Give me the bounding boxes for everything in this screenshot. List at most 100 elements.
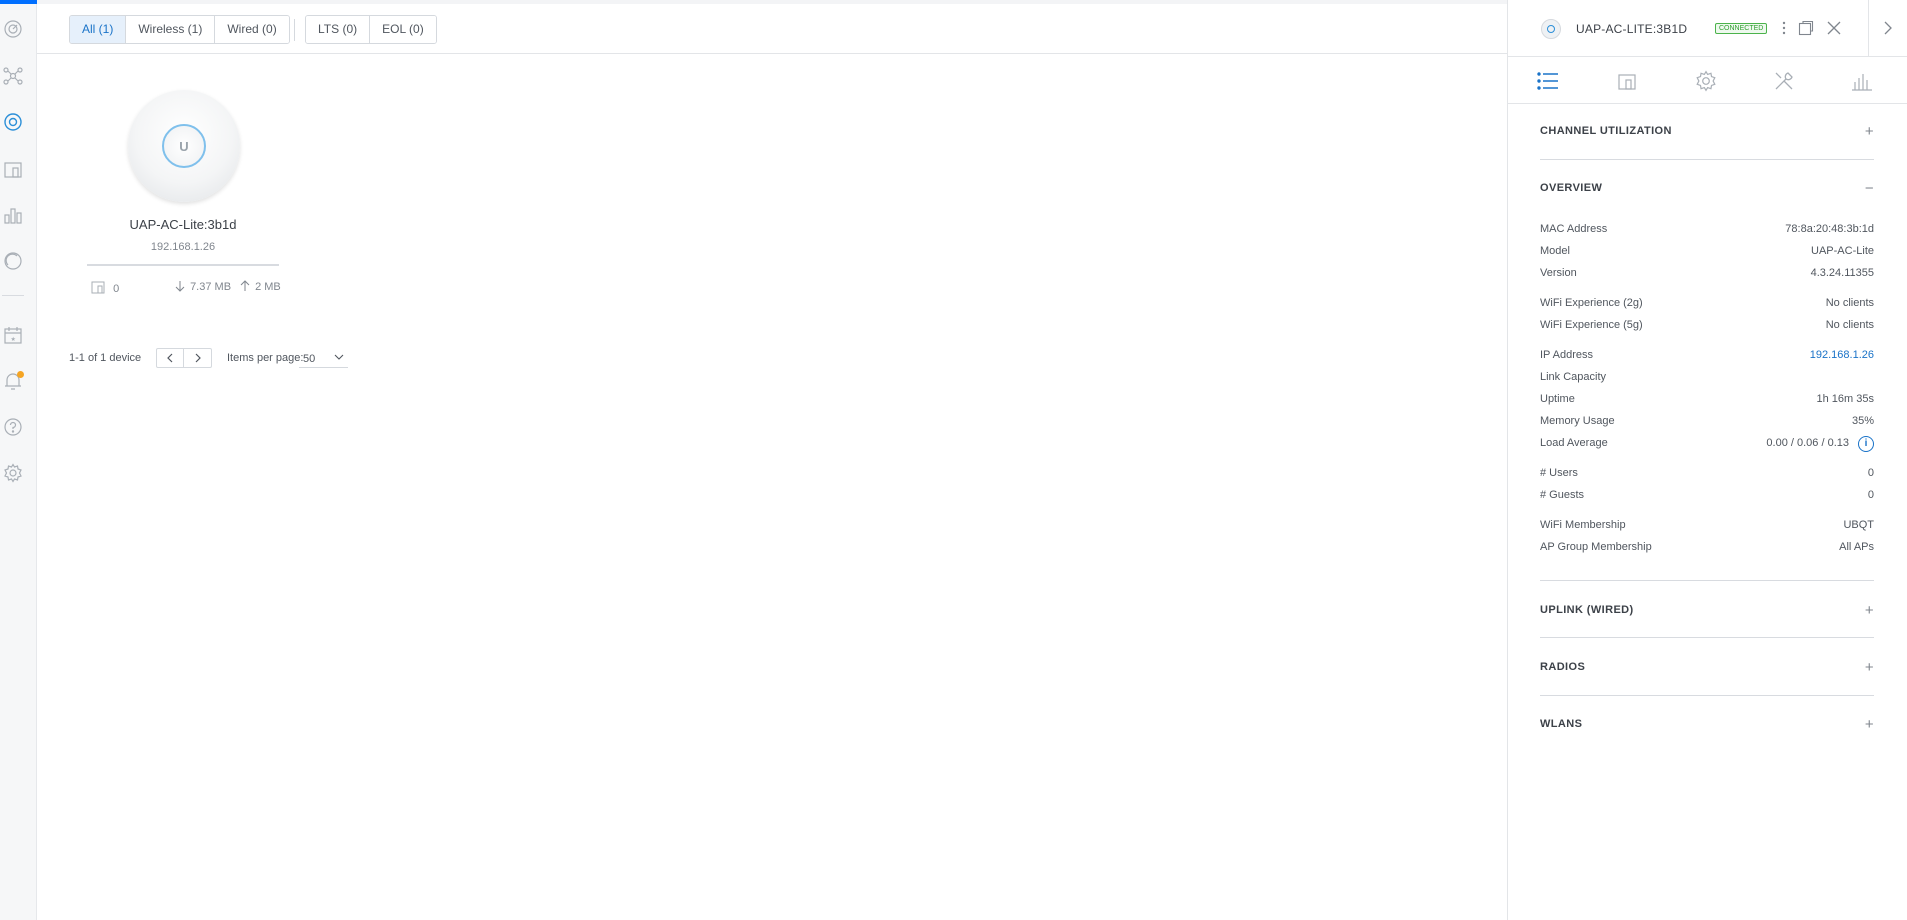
uptime-value: 1h 16m 35s: [1816, 393, 1874, 405]
ap-group-value: All APs: [1839, 541, 1874, 553]
wifi-2g-value: No clients: [1825, 297, 1874, 309]
mac-label: MAC Address: [1540, 223, 1608, 235]
section-title: UPLINK (WIRED): [1540, 604, 1634, 616]
tab-clients[interactable]: [1615, 69, 1639, 93]
panel-tabs: [1508, 57, 1907, 104]
nav-separator: [2, 295, 24, 296]
row-memory: Memory Usage 35%: [1540, 411, 1874, 433]
row-model: Model UAP-AC-Lite: [1540, 241, 1874, 263]
users-label: # Users: [1540, 467, 1578, 479]
chevron-right-icon: [195, 353, 201, 363]
device-type-icon: [1541, 19, 1561, 39]
device-name[interactable]: UAP-AC-Lite:3b1d: [87, 217, 279, 232]
pagination-buttons: [156, 348, 212, 368]
download-value: 7.37 MB: [190, 281, 232, 293]
expand-icon[interactable]: +: [1865, 716, 1874, 733]
device-card[interactable]: U UAP-AC-Lite:3b1d 192.168.1.26 0 7.37 M…: [87, 90, 281, 300]
bar-chart-icon: [1852, 74, 1872, 91]
clients-count: 0: [113, 283, 120, 295]
upload-stat: 2 MB: [240, 280, 281, 293]
nav-accent-bar: [0, 0, 37, 4]
access-point-image[interactable]: U: [128, 90, 240, 202]
section-radios[interactable]: RADIOS +: [1540, 659, 1874, 681]
devices-icon[interactable]: [3, 112, 23, 132]
gear-icon: [1696, 70, 1716, 92]
info-icon[interactable]: i: [1858, 436, 1874, 452]
section-wlans[interactable]: WLANS +: [1540, 716, 1874, 738]
help-icon[interactable]: [3, 417, 23, 437]
device-stats: 0 7.37 MB 2 MB: [87, 280, 281, 296]
tab-tools[interactable]: [1772, 69, 1796, 93]
row-version: Version 4.3.24.11355: [1540, 263, 1874, 285]
row-ip: IP Address 192.168.1.26: [1540, 345, 1874, 367]
items-per-page-label: Items per page:: [227, 352, 304, 364]
pagination-count: 1-1 of 1 device: [69, 352, 142, 364]
download-stat: 7.37 MB: [175, 280, 231, 293]
row-link-capacity: Link Capacity: [1540, 367, 1874, 389]
upload-value: 2 MB: [255, 281, 281, 293]
filter-all[interactable]: All (1): [70, 16, 127, 43]
tools-icon: [1775, 72, 1793, 90]
insights-icon[interactable]: [3, 251, 23, 271]
version-value: 4.3.24.11355: [1810, 267, 1874, 279]
dashboard-icon[interactable]: [3, 19, 23, 39]
prev-page-button[interactable]: [157, 349, 184, 367]
wifi-5g-label: WiFi Experience (5g): [1540, 319, 1643, 331]
wifi-2g-label: WiFi Experience (2g): [1540, 297, 1643, 309]
collapse-icon[interactable]: −: [1865, 180, 1874, 197]
section-title: RADIOS: [1540, 661, 1586, 673]
divider: [1540, 580, 1874, 581]
items-per-page-select[interactable]: 50: [299, 348, 348, 368]
row-ap-group: AP Group Membership All APs: [1540, 537, 1874, 559]
filter-bar: All (1) Wireless (1) Wired (0) LTS (0) E…: [37, 4, 1507, 54]
ip-link[interactable]: 192.168.1.26: [1810, 349, 1874, 361]
clients-icon[interactable]: [3, 159, 23, 179]
filter-separator: [294, 19, 295, 41]
users-value: 0: [1867, 467, 1874, 479]
properties-panel: UAP-AC-LITE:3B1D CONNECTED CHANNEL UTILI…: [1507, 0, 1907, 920]
settings-icon[interactable]: [3, 463, 23, 483]
row-wifi-5g: WiFi Experience (5g) No clients: [1540, 315, 1874, 337]
load-label: Load Average: [1540, 437, 1608, 449]
tab-details[interactable]: [1536, 69, 1560, 93]
section-uplink[interactable]: UPLINK (WIRED) +: [1540, 602, 1874, 624]
tab-statistics[interactable]: [1850, 69, 1874, 93]
section-title: OVERVIEW: [1540, 182, 1603, 194]
tab-configuration[interactable]: [1694, 69, 1718, 93]
expand-icon[interactable]: +: [1865, 123, 1874, 140]
memory-label: Memory Usage: [1540, 415, 1615, 427]
section-channel-utilization[interactable]: CHANNEL UTILIZATION +: [1540, 123, 1874, 145]
row-uptime: Uptime 1h 16m 35s: [1540, 389, 1874, 411]
filter-eol[interactable]: EOL (0): [370, 16, 436, 43]
device-ip: 192.168.1.26: [150, 241, 216, 253]
wifi-membership-value: UBQT: [1843, 519, 1874, 531]
divider: [1540, 695, 1874, 696]
expand-icon[interactable]: +: [1865, 659, 1874, 676]
memory-value: 35%: [1851, 415, 1874, 427]
filter-wireless[interactable]: Wireless (1): [126, 16, 216, 43]
section-overview[interactable]: OVERVIEW −: [1540, 180, 1874, 202]
topology-icon[interactable]: [3, 66, 23, 86]
filter-wired[interactable]: Wired (0): [215, 16, 289, 43]
nav-rail: ★: [0, 0, 37, 920]
clients-stat: 0: [91, 280, 119, 295]
collapse-panel-icon[interactable]: [1878, 18, 1898, 38]
chevron-left-icon: [167, 353, 173, 363]
statistics-icon[interactable]: [3, 205, 23, 225]
row-wifi-membership: WiFi Membership UBQT: [1540, 515, 1874, 537]
arrow-up-icon: [240, 280, 250, 291]
wifi-membership-label: WiFi Membership: [1540, 519, 1626, 531]
row-load-average: Load Average 0.00 / 0.06 / 0.13 i: [1540, 433, 1874, 455]
pop-out-icon[interactable]: [1796, 18, 1816, 38]
close-icon[interactable]: [1824, 18, 1844, 38]
more-options-icon[interactable]: [1774, 18, 1794, 38]
filter-lts[interactable]: LTS (0): [306, 16, 371, 43]
events-icon[interactable]: ★: [3, 325, 23, 345]
version-label: Version: [1540, 267, 1577, 279]
firmware-filter: LTS (0) EOL (0): [305, 15, 437, 44]
load-value: 0.00 / 0.06 / 0.13: [1766, 437, 1849, 449]
section-title: WLANS: [1540, 718, 1583, 730]
chevron-down-icon: [334, 352, 344, 365]
next-page-button[interactable]: [184, 349, 211, 367]
expand-icon[interactable]: +: [1865, 602, 1874, 619]
